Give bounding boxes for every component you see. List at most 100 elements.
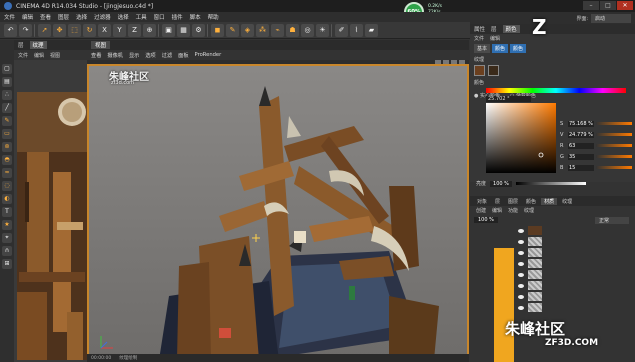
vp-menu-filter[interactable]: 过滤 [162,52,172,59]
select-arrow-icon[interactable]: ➚ [38,23,51,37]
vp-menu-camera[interactable]: 摄像机 [107,52,123,59]
minimize-button[interactable]: – [583,1,599,10]
menu-tools[interactable]: 工具 [136,13,147,21]
3d-viewport[interactable]: 朱峰社区 zf3d.com [87,64,469,362]
scale-icon[interactable]: ⬚ [68,23,81,37]
brightness-value[interactable]: 100 % [490,180,512,187]
menu-script[interactable]: 脚本 [190,13,201,21]
layers-menu-texture[interactable]: 纹理 [524,207,534,214]
menu-plugins[interactable]: 插件 [172,13,183,21]
brightness-slider[interactable] [515,182,586,185]
layers-menu-create[interactable]: 创建 [476,207,486,214]
model-mode-icon[interactable]: ▢ [2,64,12,74]
channel-slider[interactable] [596,133,632,136]
edges-mode-icon[interactable]: ╱ [2,103,12,113]
axis-z-icon[interactable]: Z [128,23,141,37]
eye-icon[interactable] [518,294,524,299]
redo-icon[interactable]: ↷ [19,23,32,37]
hue-spectrum[interactable] [486,88,626,93]
attr-menu-file[interactable]: 文件 [474,35,484,42]
color-picker-square[interactable] [486,103,556,173]
maximize-button[interactable]: □ [600,1,616,10]
menu-layer[interactable]: 图层 [58,13,69,21]
tab-colors[interactable]: 颜色 [523,198,539,205]
eraser-icon[interactable]: ▭ [2,129,12,139]
axis-x-icon[interactable]: X [98,23,111,37]
vp-menu-prorender[interactable]: ProRender [195,52,222,58]
channel-slider[interactable] [596,122,632,125]
tab-materials[interactable]: 材质 [541,197,558,205]
texture-menu-view[interactable]: 视图 [50,52,60,59]
fill-bucket-icon[interactable]: ◓ [2,155,12,165]
channel-slider[interactable] [596,155,632,158]
channel-slider[interactable] [596,144,632,147]
channel-value[interactable]: 35 [568,153,594,160]
move-icon[interactable]: ✥ [53,23,66,37]
menu-select-2[interactable]: 选择 [118,13,129,21]
layer-row[interactable] [470,225,635,236]
star-icon[interactable]: ★ [2,220,12,230]
tab-color[interactable]: 颜色 [502,25,520,33]
subtab-color-2[interactable]: 颜色 [510,43,527,53]
vp-menu-display[interactable]: 显示 [129,52,139,59]
menu-window[interactable]: 窗口 [154,13,165,21]
layers-menu-function[interactable]: 功能 [508,207,518,214]
eye-icon[interactable] [518,305,524,310]
close-button[interactable]: ✕ [617,1,633,10]
cube-icon[interactable]: ◼ [211,23,224,37]
eye-icon[interactable] [518,272,524,277]
tab-objects[interactable]: 对象 [474,198,490,205]
clone-icon[interactable]: ⊚ [2,142,12,152]
layer-opacity-field[interactable]: 100 % [474,217,498,223]
eye-icon[interactable] [518,239,524,244]
hue-value-field[interactable]: 25.702 ° [486,96,531,102]
deformer-icon[interactable]: ⌁ [271,23,284,37]
texture-menu-edit[interactable]: 编辑 [34,52,44,59]
tab-attributes[interactable]: 属性 [474,25,485,33]
texture-thumbnail[interactable] [488,65,499,76]
fill-icon[interactable]: ▰ [365,23,378,37]
channel-value[interactable]: 63 [568,142,594,149]
texture-mode-icon[interactable]: ▤ [2,77,12,87]
menu-file[interactable]: 文件 [4,13,15,21]
brush-icon[interactable]: ⌇ [350,23,363,37]
blend-mode-dropdown[interactable]: 正常 [595,216,629,224]
light-icon[interactable]: ☀ [316,23,329,37]
vp-menu-view[interactable]: 查看 [91,52,101,59]
undo-icon[interactable]: ↶ [4,23,17,37]
attr-menu-edit[interactable]: 编辑 [490,35,500,42]
tab-viewport[interactable]: 视图 [91,41,111,49]
subdivision-icon[interactable]: ◈ [241,23,254,37]
menu-help[interactable]: 帮助 [208,13,219,21]
coord-system-icon[interactable]: ⊕ [143,23,156,37]
layer-row[interactable] [470,236,635,247]
channel-value[interactable]: 75.168 % [568,120,594,127]
eye-icon[interactable] [518,228,524,233]
tab-texture[interactable]: 纹理 [29,41,47,49]
menu-view[interactable]: 查看 [40,13,51,21]
scene-icon[interactable]: ☗ [286,23,299,37]
tab-layer-attr[interactable]: 层 [491,25,497,33]
eye-icon[interactable] [518,250,524,255]
layers-menu-edit[interactable]: 编辑 [492,207,502,214]
tab-layers[interactable]: 层 [492,198,503,205]
points-mode-icon[interactable]: ∴ [2,90,12,100]
rotate-icon[interactable]: ↻ [83,23,96,37]
layout-dropdown[interactable]: 启动 [591,13,631,23]
axis-y-icon[interactable]: Y [113,23,126,37]
render-view-icon[interactable]: ▣ [162,23,175,37]
magnet-icon[interactable]: ∩ [2,246,12,256]
tab-layer-2[interactable]: 图层 [505,198,521,205]
subtab-basic[interactable]: 基本 [474,43,491,53]
tab-textures[interactable]: 纹理 [559,198,575,205]
render-settings-icon[interactable]: ⚙ [192,23,205,37]
eyedropper-icon[interactable]: ⌖ [2,233,12,243]
dodge-icon[interactable]: ◐ [2,194,12,204]
grid-icon[interactable]: ⊞ [2,259,12,269]
paint-icon[interactable]: ✐ [335,23,348,37]
array-icon[interactable]: ⁂ [256,23,269,37]
text-tool-icon[interactable]: T [2,207,12,217]
channel-value[interactable]: 15 [568,164,594,171]
menu-edit[interactable]: 编辑 [22,13,33,21]
smudge-icon[interactable]: ≈ [2,168,12,178]
